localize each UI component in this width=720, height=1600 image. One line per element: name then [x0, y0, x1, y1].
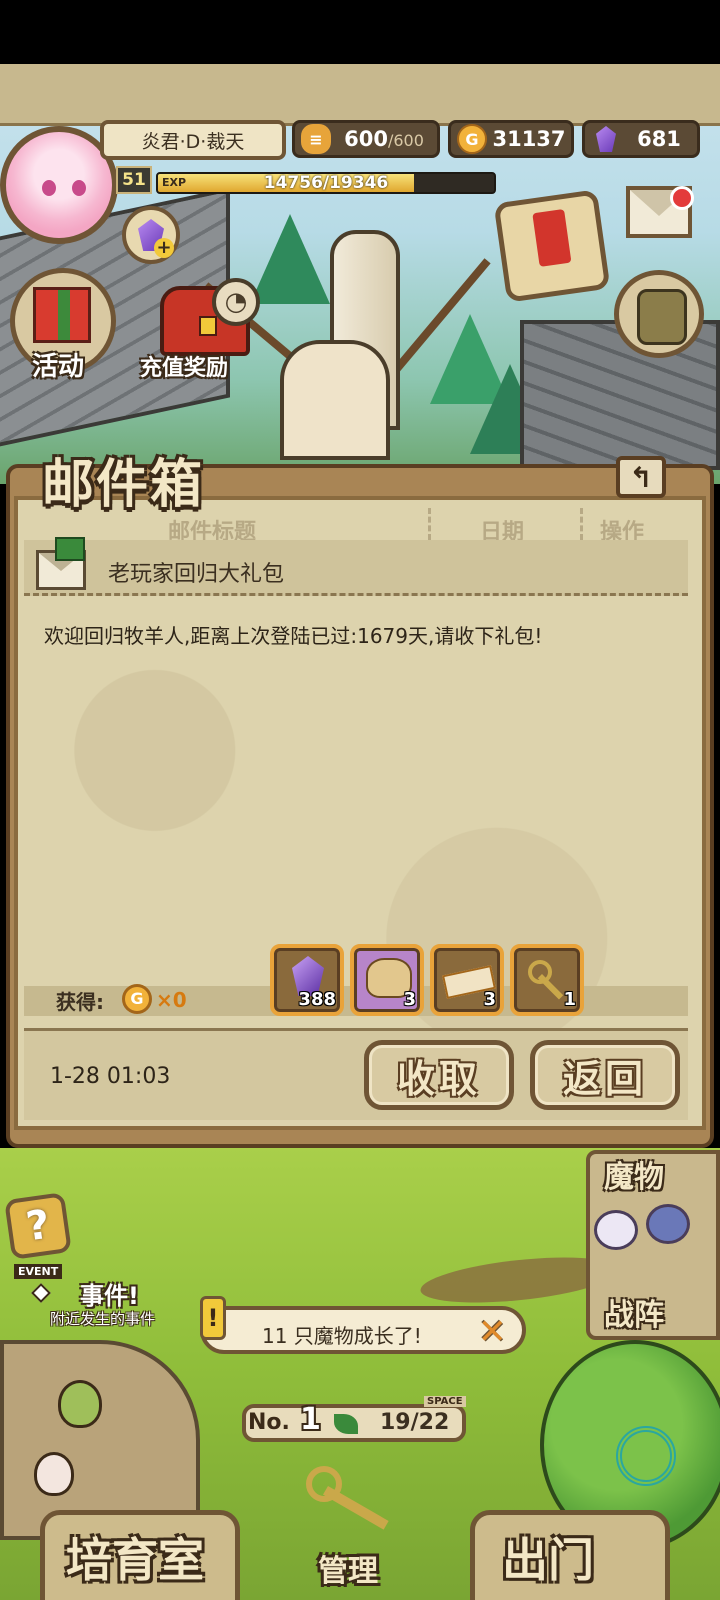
- clock-icon: ◔: [212, 278, 260, 326]
- buy-gems-button[interactable]: +: [122, 206, 180, 264]
- reward-count: 3: [403, 989, 416, 1010]
- blue-monster-icon: [646, 1204, 690, 1244]
- avatar-eye: [72, 180, 86, 196]
- column-divider: [580, 508, 583, 540]
- event-tag: EVENT: [14, 1264, 63, 1279]
- reward-label: 获得:: [56, 990, 104, 1014]
- gift-box-icon: [33, 287, 91, 343]
- sheep-monster-icon: [594, 1210, 638, 1250]
- monster-egg-green[interactable]: [58, 1380, 102, 1428]
- map-strip: [0, 64, 720, 126]
- manage-button[interactable]: 管理: [318, 1546, 378, 1590]
- mail-table-header: 邮件标题 日期 操作: [24, 508, 688, 545]
- gold-reward-count: ×0: [156, 988, 187, 1012]
- mail-subject: 老玩家回归大礼包: [108, 562, 285, 587]
- depart-button[interactable]: 出门: [502, 1524, 594, 1590]
- gold-counter[interactable]: G 31137: [448, 120, 574, 158]
- gold-coin-icon: G: [457, 124, 487, 154]
- reward-count: 1: [563, 989, 576, 1010]
- stamina-counter[interactable]: ≡ 600/600: [292, 120, 440, 158]
- farm-number: 1: [300, 1402, 321, 1437]
- stamina-max: /600: [387, 131, 424, 150]
- reward-item-gem[interactable]: 388: [270, 944, 344, 1016]
- gold-amount: 31137: [492, 127, 566, 151]
- pine-tree: [250, 214, 330, 304]
- backpack-button[interactable]: [614, 270, 704, 358]
- reward-count: 388: [298, 989, 336, 1010]
- reward-item-bag[interactable]: 3: [350, 944, 424, 1016]
- activity-label: 活动: [32, 352, 85, 382]
- stamina-current: 600: [344, 127, 388, 151]
- gem-amount: 681: [637, 127, 681, 151]
- exp-bar: EXP 14756/19346: [156, 172, 496, 194]
- event-title[interactable]: 事件!: [80, 1276, 139, 1311]
- alert-icon: !: [200, 1296, 226, 1340]
- keys-icon: [298, 1462, 408, 1542]
- back-arrow-icon[interactable]: ↰: [616, 456, 666, 498]
- space-tag: SPACE: [424, 1396, 466, 1407]
- recharge-reward-label[interactable]: 充值奖励: [140, 350, 228, 382]
- player-level: 51: [116, 166, 152, 194]
- mail-date: 1-28 01:03: [50, 1064, 171, 1089]
- reward-item-key[interactable]: 1: [510, 944, 584, 1016]
- gold-coin-icon: G: [122, 984, 152, 1014]
- reward-count: 3: [483, 989, 496, 1010]
- event-subtitle: 附近发生的事件: [50, 1310, 156, 1328]
- farm-capacity: 19/22: [380, 1410, 450, 1435]
- notice-text: 11 只魔物成长了!: [262, 1324, 422, 1348]
- mail-notification-dot: [670, 186, 694, 210]
- event-question-icon[interactable]: ?: [4, 1192, 72, 1260]
- avatar-eye: [42, 180, 56, 196]
- farm-no-label: No.: [248, 1410, 290, 1435]
- gift-mail-icon: [36, 537, 86, 590]
- portal-swirl-icon: [616, 1426, 676, 1486]
- status-bar-area: [0, 0, 720, 64]
- nursery-button[interactable]: 培育室: [66, 1524, 204, 1590]
- quest-scroll-button[interactable]: [493, 189, 611, 303]
- collect-button[interactable]: 收取: [364, 1040, 514, 1110]
- return-button[interactable]: 返回: [530, 1040, 680, 1110]
- house-middle: [280, 340, 390, 460]
- mailbox-title: 邮件箱: [42, 454, 205, 515]
- column-divider: [428, 508, 431, 540]
- reward-item-ticket[interactable]: 3: [430, 944, 504, 1016]
- formation-button[interactable]: 战阵: [604, 1290, 664, 1334]
- exp-text: 14756/19346: [263, 173, 389, 193]
- mail-body: 欢迎回归牧羊人,距离上次登陆已过:1679天,请收下礼包!: [44, 624, 543, 648]
- player-name: 炎君·D·裁天: [100, 120, 286, 160]
- bread-icon: ≡: [301, 124, 331, 154]
- close-icon[interactable]: ✕: [478, 1312, 507, 1352]
- monster-egg-swirl[interactable]: [34, 1452, 74, 1496]
- monster-button[interactable]: 魔物: [604, 1152, 664, 1196]
- gem-counter[interactable]: 681: [582, 120, 700, 158]
- purple-gem-icon: [591, 124, 621, 154]
- plus-icon: +: [154, 238, 174, 258]
